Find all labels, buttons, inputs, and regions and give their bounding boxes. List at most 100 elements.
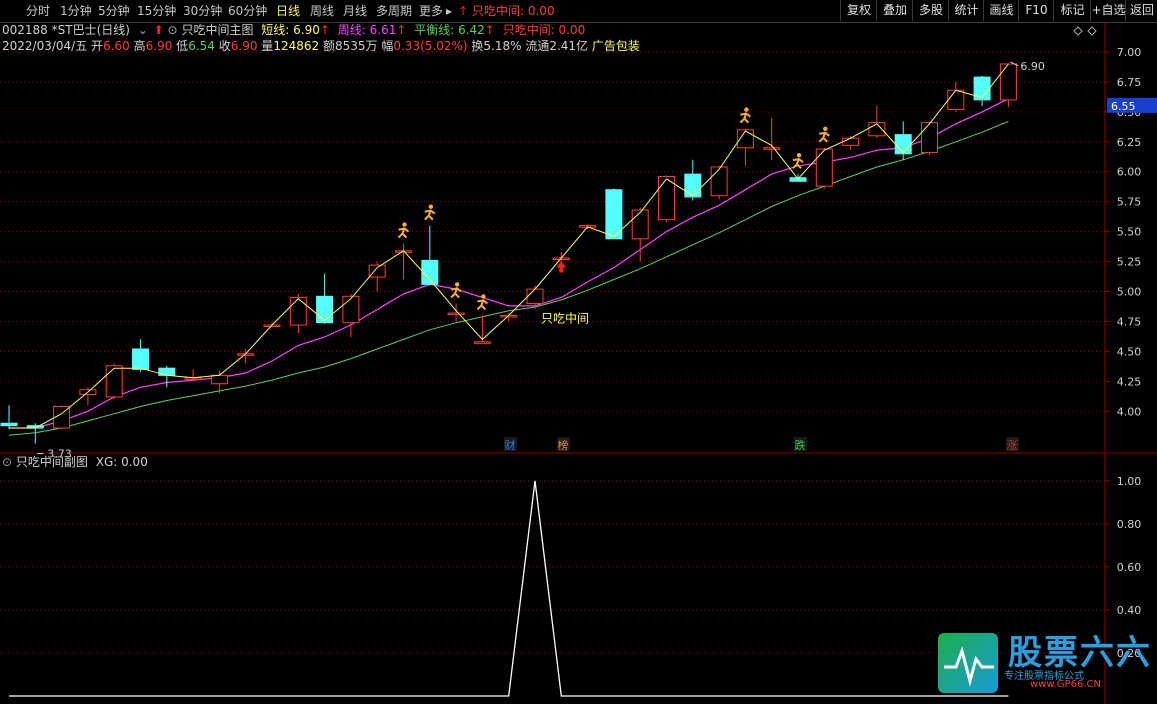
period-toolbar: 分时 1分钟 5分钟 15分钟 30分钟 60分钟 日线 周线 月线 多周期 更多 ▸ ↑ 只吃中间: 0… — [0, 0, 1157, 23]
candle-body-up — [289, 297, 307, 326]
period-tab-1[interactable]: 1分钟 — [60, 3, 92, 19]
candle-body-down — [26, 425, 44, 429]
main-tick-label: 5.75 — [1117, 196, 1142, 209]
logo-url: www.GP66.CN — [1030, 679, 1101, 690]
sub-tick-label: 0.80 — [1117, 518, 1142, 531]
period-tab-8[interactable]: 月线 — [343, 3, 367, 19]
event-marker-box — [504, 437, 517, 451]
runner-signal-icon — [476, 294, 488, 311]
amt-label: 额 — [322, 39, 335, 53]
candle-body-up — [184, 377, 202, 380]
toolbar-button-1[interactable]: 叠加 — [876, 0, 913, 21]
up-arrow-icon: ⬆ — [153, 23, 164, 37]
main-tick-label: 4.25 — [1117, 375, 1142, 388]
xg-line — [9, 480, 1009, 697]
candle-body-up — [210, 374, 228, 385]
period-tab-4[interactable]: 30分钟 — [183, 3, 222, 19]
vol-label: 量 — [261, 39, 274, 53]
candle-body-up — [815, 148, 833, 187]
toolbar-button-6[interactable]: 标记 — [1053, 0, 1091, 21]
sub-indicator-info: ⊙ 只吃中间副图 XG: 0.00 — [0, 454, 148, 470]
concept-value[interactable]: 广告包装 — [592, 39, 640, 53]
short-line-value: 短线: 6.90 — [261, 23, 320, 37]
candle-body-up — [763, 147, 781, 150]
vol-value: 124862 — [273, 39, 320, 53]
period-tab-2[interactable]: 5分钟 — [98, 3, 130, 19]
diamond-icon — [1087, 26, 1097, 36]
period-tab-7[interactable]: 周线 — [310, 3, 334, 19]
period-tab-3[interactable]: 15分钟 — [137, 3, 176, 19]
candle-body-up — [500, 314, 518, 318]
main-tick-label: 5.00 — [1117, 286, 1142, 299]
high-value: 6.90 — [145, 39, 173, 53]
quote-date: 2022/03/04/五 — [2, 39, 88, 53]
event-marker-box — [557, 437, 570, 451]
runner-signal-icon — [818, 126, 830, 143]
chevron-circle-icon[interactable]: ⊙ — [168, 23, 178, 37]
up-arrow-icon: ↑ — [458, 4, 469, 18]
kline-chart[interactable]: 4.00 4.25 4.50 4.75 5.00 5.25 5.50 5.75 6.00 6.25… — [0, 0, 1157, 704]
toolbar-button-7[interactable]: +自选 — [1090, 0, 1126, 21]
candle-body-down — [789, 177, 807, 182]
toolbar-button-4[interactable]: 画线 — [983, 0, 1019, 21]
more-arrow-icon[interactable]: ▸ — [446, 3, 452, 19]
event-marker-label: 榜 — [558, 438, 569, 452]
main-indicator-name[interactable]: 只吃中间主图 — [181, 23, 253, 37]
candle-body-up — [447, 312, 465, 316]
candle-body-up — [736, 129, 754, 149]
sub-indicator-name[interactable]: 只吃中间副图 — [16, 455, 88, 469]
toolbar-button-8[interactable]: 返回 — [1125, 0, 1157, 21]
candle-body-up — [395, 250, 412, 253]
chevron-down-icon[interactable]: ⌄ — [138, 23, 148, 37]
candle-body-up — [79, 389, 97, 396]
period-tab-0[interactable]: 分时 — [26, 3, 50, 19]
runner-signal-icon — [792, 152, 804, 169]
candle-body-up — [552, 257, 570, 260]
candle-body-down — [0, 422, 18, 427]
period-tab-10[interactable]: 更多 — [419, 3, 443, 19]
sub-tick-label: 0.40 — [1117, 604, 1142, 617]
quote-info: 2022/03/04/五 开6.60 高6.90 低6.54 收6.90 量12… — [0, 38, 640, 54]
candle-body-up — [710, 166, 728, 197]
candle-body-down — [158, 367, 176, 376]
balance-line — [8, 120, 1009, 436]
chg-label: 幅 — [381, 39, 394, 53]
balance-up-arrow-icon: ↑ — [484, 23, 495, 37]
sub-chevron-icon[interactable]: ⊙ — [2, 455, 12, 469]
event-marker-label: 财 — [505, 438, 516, 452]
candle-body-down — [132, 348, 149, 370]
high-marker — [1010, 61, 1019, 67]
toolbar-button-3[interactable]: 统计 — [948, 0, 984, 21]
week-line-value: 周线: 6.61 — [337, 23, 397, 37]
amt-value: 8535万 — [334, 39, 378, 53]
candle-body-up — [921, 122, 938, 154]
candle-body-up — [342, 295, 360, 324]
toolbar-button-2[interactable]: 多股 — [912, 0, 949, 21]
main-tick-label: 6.50 — [1117, 106, 1142, 119]
short-up-arrow-icon: ↑ — [319, 23, 330, 37]
candle-body-up — [368, 264, 386, 278]
main-tick-label: 7.00 — [1117, 46, 1142, 59]
period-tab-6[interactable]: 日线 — [276, 3, 300, 19]
event-marker-label: 涨 — [1007, 439, 1018, 452]
main-tick-label: 5.25 — [1117, 256, 1142, 269]
candle-body-up — [947, 89, 965, 110]
period-tab-9[interactable]: 多周期 — [376, 3, 412, 19]
high-label: 高 — [133, 39, 146, 53]
candle-body-up — [999, 63, 1017, 101]
toolbar-indicator-value: 只吃中间: 0.00 — [472, 4, 555, 18]
toolbar-button-5[interactable]: F10 — [1018, 0, 1054, 21]
candle-body-down — [973, 76, 991, 101]
candle-body-down — [316, 295, 334, 324]
candle-body-down — [605, 189, 623, 240]
candle-body-up — [237, 353, 255, 356]
high-price-label: 6.90 — [1020, 60, 1045, 73]
period-tab-5[interactable]: 60分钟 — [228, 3, 267, 19]
close-value: 6.90 — [230, 39, 258, 53]
event-marker-box — [1006, 437, 1019, 451]
brand-logo: 股票六六 专注股票指标公式 www.GP66.CN — [938, 633, 1150, 693]
stock-title[interactable]: 002188 *ST巴士(日线) — [2, 23, 130, 37]
close-label: 收 — [218, 39, 231, 53]
toolbar-button-0[interactable]: 复权 — [840, 0, 877, 21]
candle-body-down — [421, 259, 439, 285]
